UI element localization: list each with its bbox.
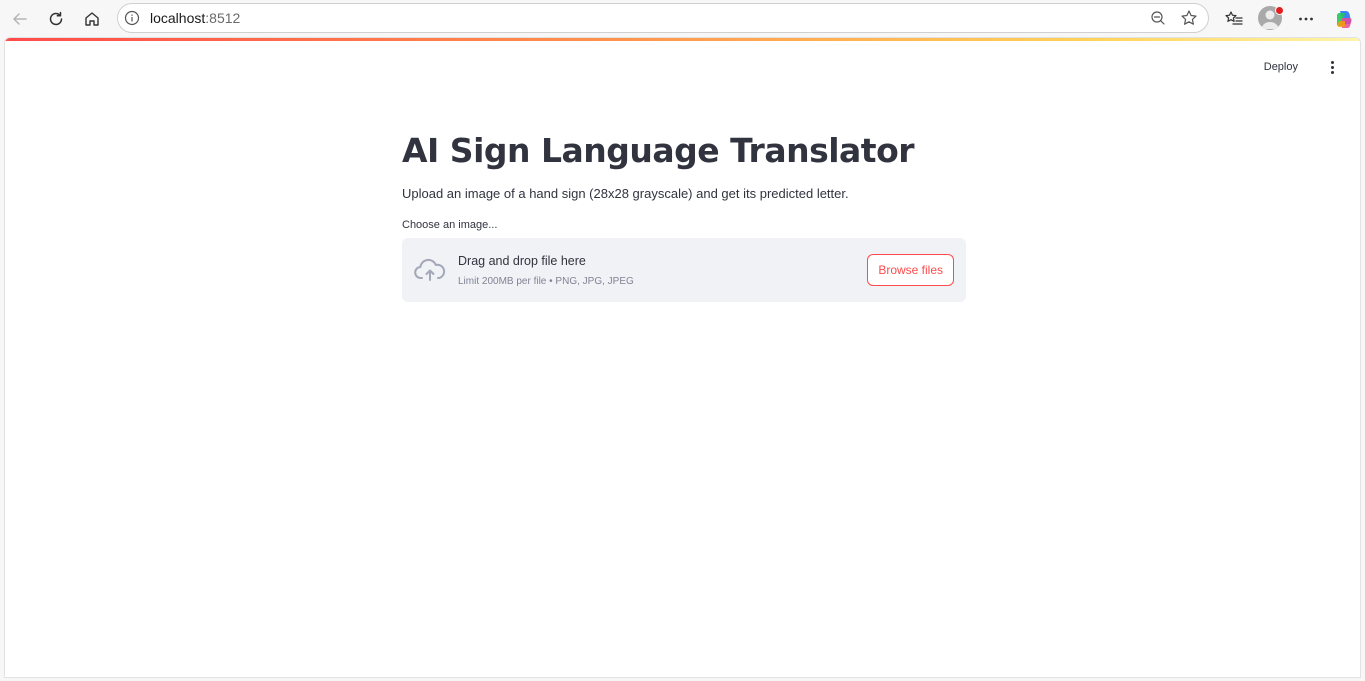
- cloud-upload-icon: [414, 258, 446, 281]
- notification-dot: [1275, 6, 1284, 15]
- deploy-button[interactable]: Deploy: [1260, 59, 1302, 75]
- favorites-list-icon[interactable]: [1220, 5, 1248, 33]
- menu-dot: [1330, 60, 1334, 64]
- main-menu-icon[interactable]: [1324, 58, 1340, 76]
- main-content: AI Sign Language Translator Upload an im…: [402, 126, 966, 302]
- menu-dot: [1330, 65, 1334, 69]
- more-icon[interactable]: [1292, 5, 1320, 33]
- dropzone-title: Drag and drop file here: [458, 254, 586, 268]
- favorite-star-icon[interactable]: [1180, 9, 1198, 27]
- back-icon[interactable]: [6, 5, 34, 33]
- url-port: :8512: [205, 10, 241, 26]
- decoration-bar: [5, 38, 1360, 41]
- browse-files-button[interactable]: Browse files: [867, 254, 954, 286]
- copilot-icon[interactable]: [1330, 5, 1358, 33]
- url-text[interactable]: localhost:8512: [150, 10, 240, 26]
- home-icon[interactable]: [78, 5, 106, 33]
- page-title: AI Sign Language Translator: [402, 131, 915, 170]
- file-uploader-label: Choose an image...: [402, 219, 498, 231]
- url-host: localhost: [150, 10, 206, 26]
- dropzone-limit-text: Limit 200MB per file • PNG, JPG, JPEG: [458, 276, 634, 287]
- site-info-icon[interactable]: [124, 10, 140, 26]
- address-bar[interactable]: localhost:8512: [117, 3, 1209, 33]
- file-dropzone[interactable]: Drag and drop file here Limit 200MB per …: [402, 238, 966, 302]
- page-description: Upload an image of a hand sign (28x28 gr…: [402, 186, 849, 201]
- reload-icon[interactable]: [42, 5, 70, 33]
- menu-dot: [1330, 70, 1334, 74]
- zoom-out-icon[interactable]: [1150, 10, 1166, 26]
- browser-toolbar: localhost:8512: [0, 0, 1365, 37]
- streamlit-app: Deploy AI Sign Language Translator Uploa…: [4, 37, 1361, 678]
